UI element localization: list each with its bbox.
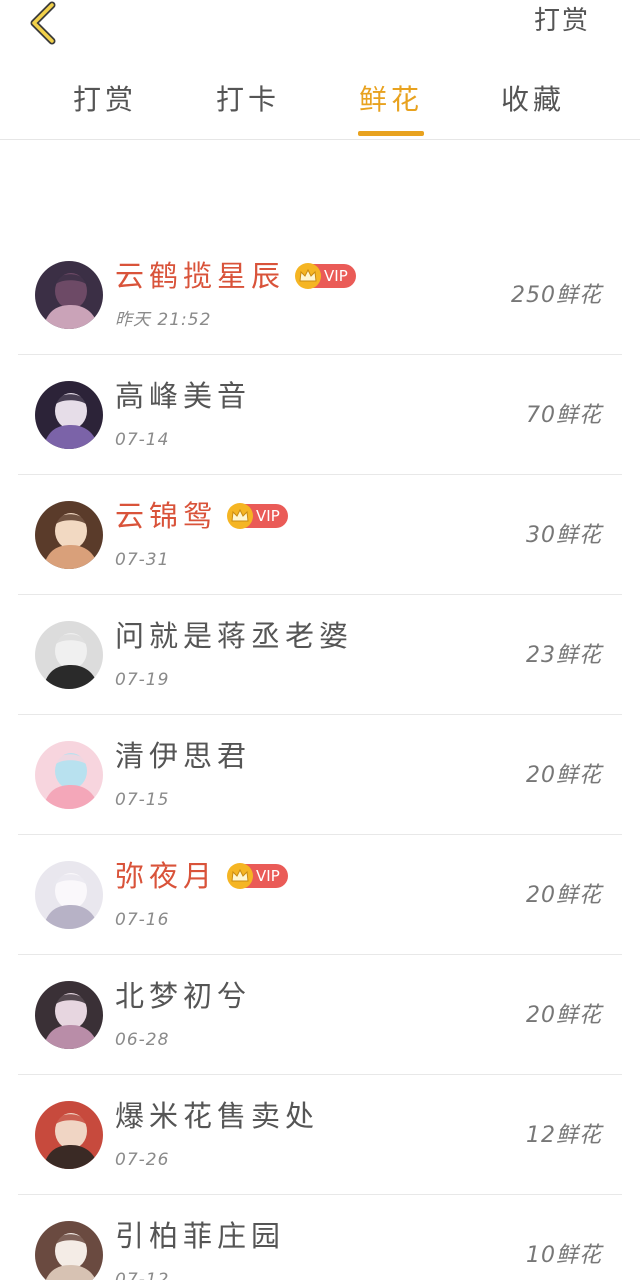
name-line: 云锦鸳 VIP — [115, 497, 288, 535]
user-name[interactable]: 引柏菲庄园 — [115, 1217, 285, 1255]
list-item[interactable]: 问就是蒋丞老婆 07-19 23鲜花 — [18, 595, 622, 715]
tab-label: 打赏 — [72, 83, 137, 116]
timestamp: 昨天 21:52 — [115, 310, 212, 330]
flower-count: 70鲜花 — [526, 403, 602, 428]
name-line: 弥夜月 VIP — [115, 857, 288, 895]
header-reward-button[interactable]: 打赏 — [534, 4, 590, 38]
tab-label: 鲜花 — [358, 83, 423, 116]
avatar[interactable] — [35, 501, 103, 569]
user-name[interactable]: 北梦初兮 — [115, 977, 251, 1015]
list-item[interactable]: 云锦鸳 VIP 07-31 30鲜花 — [18, 475, 622, 595]
timestamp: 07-15 — [115, 790, 170, 810]
name-line: 问就是蒋丞老婆 — [115, 617, 353, 655]
timestamp: 07-26 — [115, 1150, 170, 1170]
list-item[interactable]: 弥夜月 VIP 07-16 20鲜花 — [18, 835, 622, 955]
name-line: 高峰美音 — [115, 377, 251, 415]
user-name[interactable]: 爆米花售卖处 — [115, 1097, 319, 1135]
vip-label: VIP — [324, 267, 348, 285]
user-name[interactable]: 弥夜月 — [115, 857, 217, 895]
avatar[interactable] — [35, 381, 103, 449]
user-name[interactable]: 云鹤揽星辰 — [115, 257, 285, 295]
tab-bar: 打赏 打卡 鲜花 收藏 — [0, 72, 640, 140]
list-item[interactable]: 爆米花售卖处 07-26 12鲜花 — [18, 1075, 622, 1195]
user-name[interactable]: 问就是蒋丞老婆 — [115, 617, 353, 655]
crown-icon — [227, 863, 254, 889]
user-name[interactable]: 云锦鸳 — [115, 497, 217, 535]
avatar[interactable] — [35, 621, 103, 689]
timestamp: 06-28 — [115, 1030, 170, 1050]
app-screen: 打赏 打赏 打卡 鲜花 收藏 云鹤揽星辰 VIP 昨天 21:52 250鲜花高峰美音… — [0, 0, 640, 1280]
flower-count: 12鲜花 — [526, 1123, 602, 1148]
flower-count: 250鲜花 — [511, 283, 602, 308]
avatar[interactable] — [35, 1101, 103, 1169]
avatar[interactable] — [35, 861, 103, 929]
chevron-left-icon — [30, 1, 56, 45]
flower-count: 10鲜花 — [526, 1243, 602, 1268]
tab-label: 打卡 — [215, 83, 280, 116]
avatar[interactable] — [35, 981, 103, 1049]
tab-label: 收藏 — [500, 83, 565, 116]
timestamp: 07-14 — [115, 430, 170, 450]
vip-badge: VIP — [295, 263, 356, 289]
flower-count: 20鲜花 — [526, 763, 602, 788]
flower-count: 20鲜花 — [526, 883, 602, 908]
list-item[interactable]: 引柏菲庄园 07-12 10鲜花 — [18, 1195, 622, 1280]
flower-ranking-list: 云鹤揽星辰 VIP 昨天 21:52 250鲜花高峰美音 07-14 70鲜花云锦鸳 VIP… — [18, 235, 622, 1280]
active-tab-indicator — [358, 131, 424, 136]
timestamp: 07-12 — [115, 1270, 170, 1280]
flower-count: 20鲜花 — [526, 1003, 602, 1028]
timestamp: 07-19 — [115, 670, 170, 690]
flower-count: 23鲜花 — [526, 643, 602, 668]
avatar[interactable] — [35, 261, 103, 329]
name-line: 清伊思君 — [115, 737, 251, 775]
avatar[interactable] — [35, 741, 103, 809]
list-item[interactable]: 清伊思君 07-15 20鲜花 — [18, 715, 622, 835]
timestamp: 07-31 — [115, 550, 170, 570]
list-item[interactable]: 云鹤揽星辰 VIP 昨天 21:52 250鲜花 — [18, 235, 622, 355]
name-line: 北梦初兮 — [115, 977, 251, 1015]
crown-icon — [227, 503, 254, 529]
avatar[interactable] — [35, 1221, 103, 1280]
timestamp: 07-16 — [115, 910, 170, 930]
back-button[interactable] — [22, 0, 66, 46]
flower-count: 30鲜花 — [526, 523, 602, 548]
list-item[interactable]: 高峰美音 07-14 70鲜花 — [18, 355, 622, 475]
tab-favorites[interactable]: 收藏 — [500, 72, 566, 140]
tab-reward[interactable]: 打赏 — [72, 72, 138, 140]
list-item[interactable]: 北梦初兮 06-28 20鲜花 — [18, 955, 622, 1075]
vip-badge: VIP — [227, 863, 288, 889]
user-name[interactable]: 高峰美音 — [115, 377, 251, 415]
crown-icon — [295, 263, 322, 289]
name-line: 云鹤揽星辰 VIP — [115, 257, 356, 295]
name-line: 引柏菲庄园 — [115, 1217, 285, 1255]
vip-badge: VIP — [227, 503, 288, 529]
vip-label: VIP — [256, 507, 280, 525]
tab-checkin[interactable]: 打卡 — [215, 72, 281, 140]
vip-label: VIP — [256, 867, 280, 885]
tab-flowers[interactable]: 鲜花 — [358, 72, 424, 140]
name-line: 爆米花售卖处 — [115, 1097, 319, 1135]
user-name[interactable]: 清伊思君 — [115, 737, 251, 775]
